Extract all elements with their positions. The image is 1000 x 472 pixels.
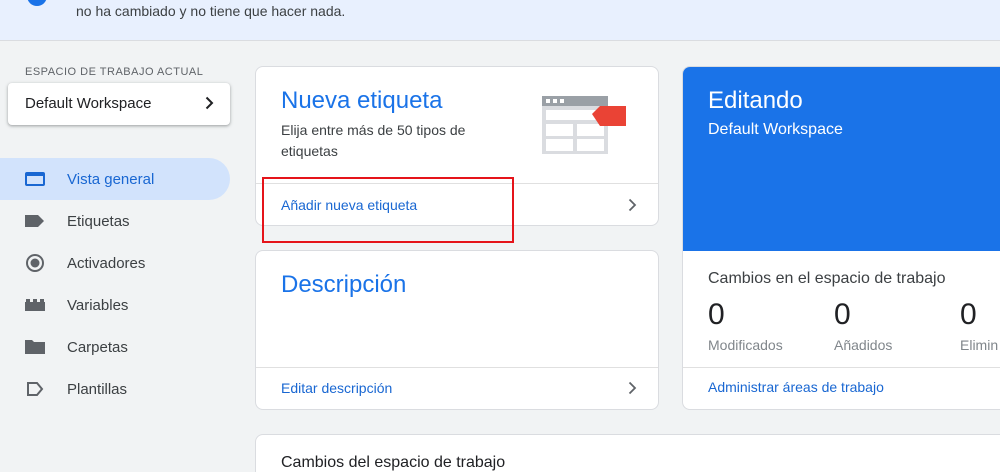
sidebar-item-triggers[interactable]: Activadores <box>0 242 230 284</box>
stat-deleted: 0 Elimin <box>960 298 998 353</box>
workspace-picker[interactable]: Default Workspace <box>8 83 230 125</box>
stat-label: Añadidos <box>834 337 893 353</box>
tag-icon <box>25 215 44 227</box>
card-title: Cambios del espacio de trabajo <box>281 454 506 471</box>
sidebar-item-variables[interactable]: Variables <box>0 284 230 326</box>
sidebar-item-label: Plantillas <box>67 381 128 398</box>
workspace-label: ESPACIO DE TRABAJO ACTUAL <box>25 66 204 78</box>
card-divider <box>683 367 1000 368</box>
card-title: Descripción <box>281 271 407 298</box>
stat-value: 0 <box>960 298 977 331</box>
trigger-icon <box>26 254 44 272</box>
sidebar-item-label: Carpetas <box>67 339 128 356</box>
editing-title: Editando <box>708 87 803 114</box>
sidebar-item-templates[interactable]: Plantillas <box>0 368 230 410</box>
workspace-changes-card: Cambios del espacio de trabajo <box>255 434 1000 472</box>
manage-workspaces-link[interactable]: Administrar áreas de trabajo <box>708 379 884 395</box>
overview-icon <box>25 172 45 186</box>
card-subtitle: Elija entre más de 50 tipos de etiquetas <box>281 122 466 159</box>
stat-value: 0 <box>834 298 851 331</box>
workspace-name: Default Workspace <box>25 95 152 112</box>
chevron-right-icon[interactable] <box>628 198 637 212</box>
edit-description-link[interactable]: Editar descripción <box>281 380 392 396</box>
sidebar-item-label: Vista general <box>67 171 155 188</box>
sidebar-item-label: Etiquetas <box>67 213 130 230</box>
sidebar-item-label: Variables <box>67 297 129 314</box>
chevron-right-icon <box>205 96 214 110</box>
banner-text: no ha cambiado y no tiene que hacer nada… <box>76 3 346 19</box>
tag-illustration-icon <box>542 96 626 154</box>
sidebar-item-tags[interactable]: Etiquetas <box>0 200 230 242</box>
folder-icon <box>25 340 45 354</box>
template-icon <box>27 382 44 396</box>
stat-value: 0 <box>708 298 725 331</box>
variables-icon <box>25 299 45 311</box>
editing-header: Editando Default Workspace <box>683 67 1000 251</box>
sidebar-item-label: Activadores <box>67 255 146 272</box>
stat-added: 0 Añadidos <box>834 298 892 353</box>
stat-label: Elimin <box>960 337 999 353</box>
highlight-box <box>262 177 514 243</box>
card-divider <box>256 367 658 368</box>
card-title: Nueva etiqueta <box>281 87 443 114</box>
stat-modified: 0 Modificados <box>708 298 783 353</box>
sidebar-item-overview[interactable]: Vista general <box>0 158 230 200</box>
sidebar-nav: Vista general Etiquetas Activadores Vari… <box>0 158 230 410</box>
info-banner: no ha cambiado y no tiene que hacer nada… <box>0 0 1000 41</box>
stat-label: Modificados <box>708 337 783 353</box>
sidebar-item-folders[interactable]: Carpetas <box>0 326 230 368</box>
description-card: Descripción Editar descripción <box>255 250 659 410</box>
editing-workspace: Default Workspace <box>708 121 843 138</box>
chevron-right-icon[interactable] <box>628 381 637 395</box>
workspace-changes-label: Cambios en el espacio de trabajo <box>708 270 946 287</box>
info-icon <box>27 0 47 6</box>
editing-card: Editando Default Workspace Cambios en el… <box>682 66 1000 410</box>
